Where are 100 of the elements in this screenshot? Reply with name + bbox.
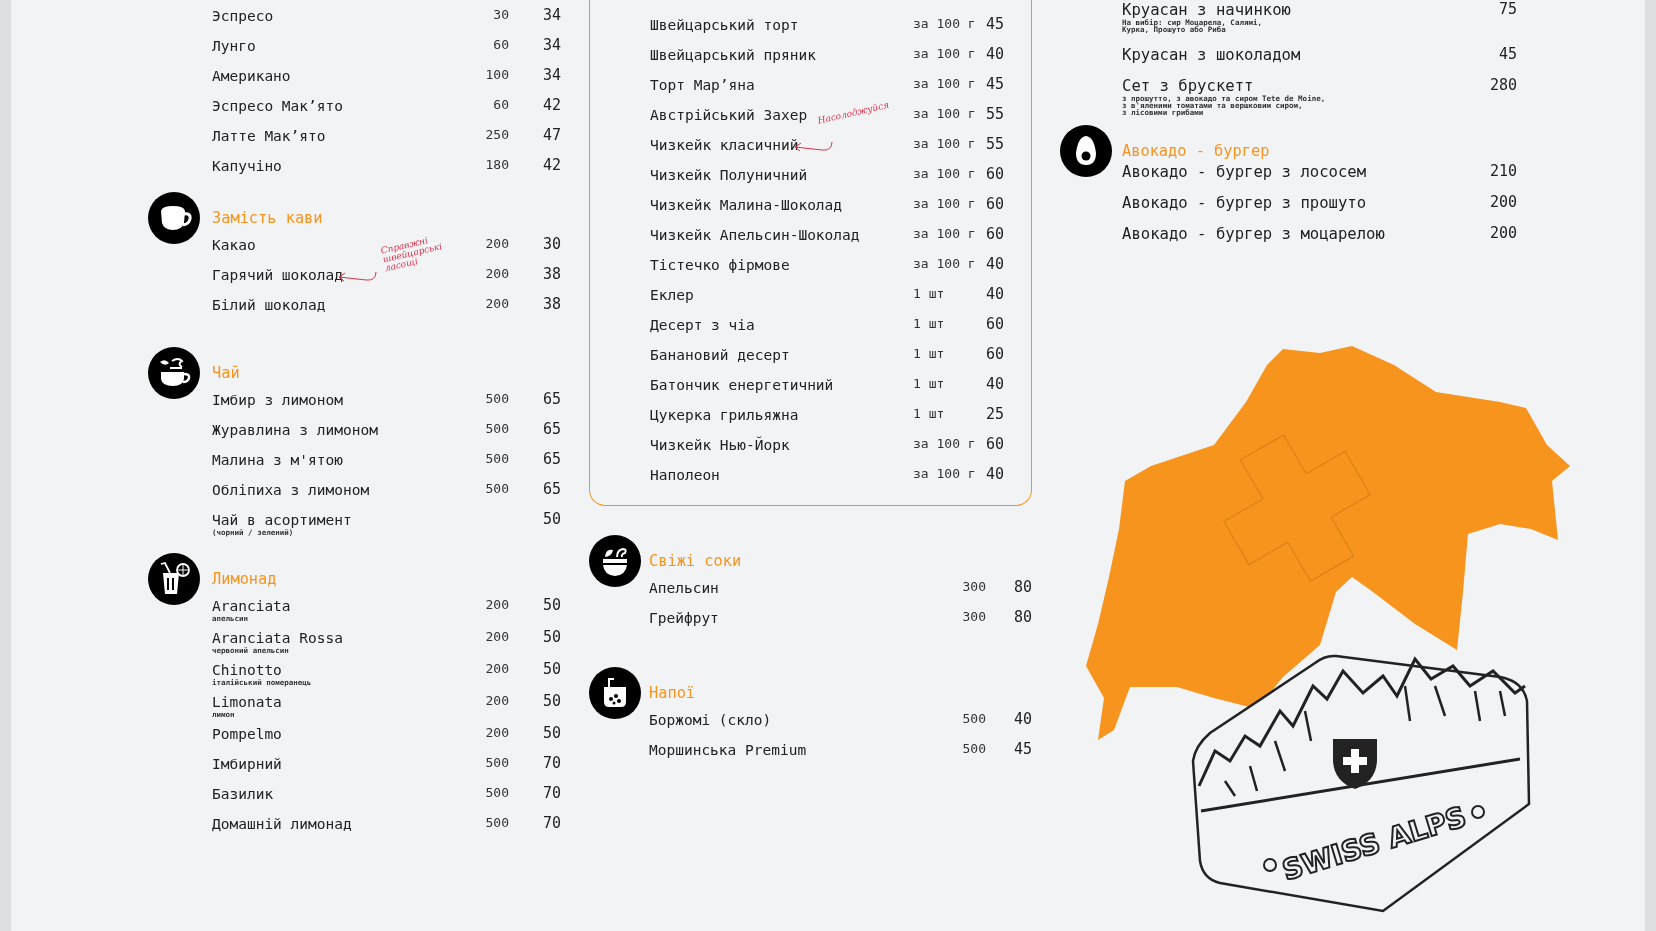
item-name: Боржомі (скло) [649,712,772,728]
item-name: Чизкейк Полуничний [650,167,808,183]
price: 70 [541,754,561,772]
portion-size: за 100 г [913,15,977,33]
price: 65 [541,480,561,498]
portion-size: 500 [961,740,986,758]
portion-size: 1 шт [913,405,946,423]
price: 50 [541,660,561,678]
item-name: Торт Мар’яна [650,77,755,93]
price: 45 [985,75,1004,93]
item-name: Чай в асортимент [212,512,352,528]
item-name: Наполеон [650,467,720,483]
item-name: Авокадо - бургер з прошуто [1122,194,1367,212]
item-name: Цукерка грильяжна [650,407,799,423]
section-title: Лимонад [212,569,278,590]
portion-size: 200 [484,295,509,313]
price: 70 [541,784,561,802]
item-name: Aranciata Rossa [212,630,343,646]
price: 60 [985,225,1004,243]
portion-size: 200 [484,265,509,283]
item-name: Эспресо Мак’ято [212,98,343,114]
item-name: Чизкейк Апельсин-Шоколад [650,227,860,243]
price: 40 [985,375,1004,393]
portion-size: 200 [484,692,509,710]
portion-size: за 100 г [913,195,977,213]
price: 80 [1012,608,1032,626]
item-name: Американо [212,68,291,84]
item-name: Імбирний [212,756,282,772]
portion-size: за 100 г [913,105,977,123]
item-name: Чизкейк Нью-Йорк [650,437,790,453]
portion-size: 500 [484,784,509,802]
portion-size: 200 [484,724,509,742]
portion-size: 500 [484,390,509,408]
price: 40 [985,255,1004,273]
item-name: Чизкейк класичний [650,137,799,153]
portion-size: 1 шт [913,285,946,303]
section-title: Напої [649,683,697,704]
price: 50 [541,692,561,710]
item-name: Апельсин [649,580,719,596]
price: 40 [985,465,1004,483]
price: 34 [541,36,561,54]
portion-size: за 100 г [913,75,977,93]
price: 50 [541,596,561,614]
portion-size: 500 [484,420,509,438]
bowl-icon [589,535,641,587]
item-name: Эспресо [212,8,274,24]
item-name: Limonata [212,694,282,710]
item-name: Chinotto [212,662,282,678]
item-name: Домашній лимонад [212,816,352,832]
item-name: Латте Мак’ято [212,128,326,144]
item-name: Гарячий шоколад [212,267,343,283]
price: 34 [541,66,561,84]
price: 38 [541,295,561,313]
portion-size: за 100 г [913,165,977,183]
avocado-icon [1060,125,1112,177]
price: 45 [1012,740,1032,758]
item-name: Тістечко фірмове [650,257,790,273]
price: 55 [985,135,1004,153]
item-name: Базилик [212,786,274,802]
price: 60 [985,345,1004,363]
portion-size: 500 [961,710,986,728]
portion-size: 60 [492,96,509,114]
item-name: Авокадо - бургер з лососем [1122,163,1367,181]
price: 65 [541,450,561,468]
portion-size: за 100 г [913,225,977,243]
item-name: Чизкейк Малина-Шоколад [650,197,843,213]
portion-size: за 100 г [913,255,977,273]
item-name: Швейцарський пряник [650,47,816,63]
portion-size: 1 шт [913,345,946,363]
portion-size: 500 [484,450,509,468]
item-name: Круасан з шоколадом [1122,46,1301,64]
item-name: Aranciata [212,598,291,614]
price: 30 [541,235,561,253]
drink-glass-icon [148,553,200,605]
price: 210 [1488,162,1517,180]
section-title: Чай [212,363,241,384]
item-name: Банановий десерт [650,347,790,363]
price: 40 [1012,710,1032,728]
item-name: Лунго [212,38,256,54]
price: 42 [541,96,561,114]
item-name: Журавлина з лимоном [212,422,378,438]
price: 80 [1012,578,1032,596]
price: 60 [985,165,1004,183]
item-name: Малина з м'ятою [212,452,343,468]
item-name: Еклер [650,287,694,303]
price: 45 [1497,45,1517,63]
item-name: Капучіно [212,158,282,174]
price: 200 [1488,193,1517,211]
portion-size: 100 [484,66,509,84]
price: 25 [985,405,1004,423]
price: 47 [541,126,561,144]
price: 65 [541,420,561,438]
price: 50 [541,628,561,646]
item-name: Грейфрут [649,610,719,626]
portion-size: 300 [961,578,986,596]
price: 34 [541,6,561,24]
item-name: Авокадо - бургер з моцарелою [1122,225,1385,243]
portion-size: 300 [961,608,986,626]
price: 60 [985,315,1004,333]
item-name: Батончик енергетичний [650,377,834,393]
